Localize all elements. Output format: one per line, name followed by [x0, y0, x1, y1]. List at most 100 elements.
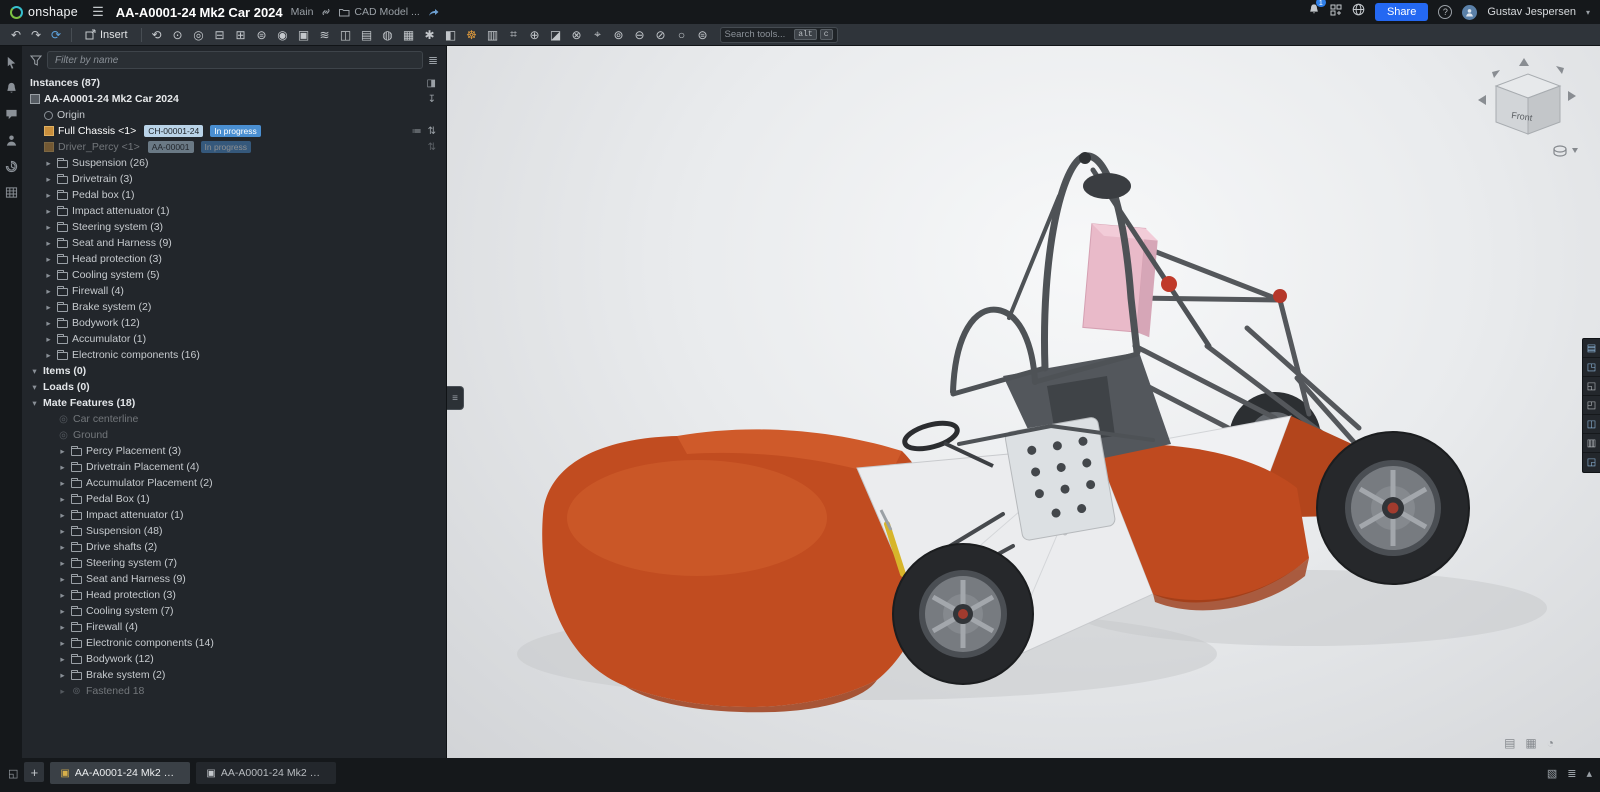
measure-icon[interactable]: ⌗	[504, 26, 524, 44]
linear-pattern-icon[interactable]: ▤	[357, 26, 377, 44]
chevron-right-icon[interactable]: ▸	[44, 302, 53, 313]
chevron-right-icon[interactable]: ▸	[58, 574, 67, 585]
chevron-right-icon[interactable]: ▸	[58, 494, 67, 505]
tree-item-folder[interactable]: ▸ Head protection (3)	[22, 251, 446, 267]
fastened-mate-row[interactable]: ▸ ⊚ Fastened 18	[22, 683, 446, 699]
mate-group-folder[interactable]: ▸ Drive shafts (2)	[22, 539, 446, 555]
named-positions-icon[interactable]: ⌖	[588, 26, 608, 44]
group-icon[interactable]: ▣	[294, 26, 314, 44]
add-tab-button[interactable]: +	[24, 762, 44, 782]
chevron-right-icon[interactable]: ▸	[58, 622, 67, 633]
view-cube-faces[interactable]	[1496, 74, 1560, 134]
car-centerline-row[interactable]: ◎ Car centerline	[22, 411, 446, 427]
view-cube-menu[interactable]	[1554, 146, 1578, 156]
isolate-panel-icon[interactable]: ▤	[1583, 339, 1600, 358]
chevron-right-icon[interactable]: ▸	[58, 478, 67, 489]
chevron-right-icon[interactable]: ▸	[58, 462, 67, 473]
tree-options-icon[interactable]: ≣	[428, 53, 438, 67]
mate-group-folder[interactable]: ▸ Cooling system (7)	[22, 603, 446, 619]
full-chassis-row[interactable]: Full Chassis <1> CH-00001-24 In progress…	[22, 123, 446, 139]
redo-icon[interactable]: ↷	[26, 26, 46, 44]
link-icon[interactable]	[321, 7, 331, 17]
tree-item-folder[interactable]: ▸ Steering system (3)	[22, 219, 446, 235]
user-menu-caret-icon[interactable]: ▾	[1586, 8, 1590, 17]
chevron-right-icon[interactable]: ▸	[58, 446, 67, 457]
tab-assembly[interactable]: ▣ AA-A0001-24 Mk2 Car ...	[50, 762, 190, 784]
ground-row[interactable]: ◎ Ground	[22, 427, 446, 443]
mate-group-folder[interactable]: ▸ Percy Placement (3)	[22, 443, 446, 459]
chevron-right-icon[interactable]: ▸	[58, 542, 67, 553]
tree-item-folder[interactable]: ▸ Pedal box (1)	[22, 187, 446, 203]
chevron-right-icon[interactable]: ▸	[44, 318, 53, 329]
loads-header-row[interactable]: ▾ Loads (0)	[22, 379, 446, 395]
circular-pattern-icon[interactable]: ◍	[378, 26, 398, 44]
workspace-label[interactable]: Main	[291, 6, 314, 18]
chevron-right-icon[interactable]: ▸	[44, 270, 53, 281]
fastened-mate-icon[interactable]: ⊙	[168, 26, 188, 44]
chevron-right-icon[interactable]: ▸	[58, 670, 67, 681]
tab-part-studio[interactable]: ▣ AA-A0001-24 Mk2 Car ...	[196, 762, 336, 784]
interference-icon[interactable]: ⊗	[567, 26, 587, 44]
app-store-icon[interactable]	[1330, 3, 1342, 21]
mate-group-folder[interactable]: ▸ Head protection (3)	[22, 587, 446, 603]
items-header-row[interactable]: ▾ Items (0)	[22, 363, 446, 379]
mate-group-folder[interactable]: ▸ Bodywork (12)	[22, 651, 446, 667]
folder-breadcrumb[interactable]: CAD Model ...	[339, 6, 419, 18]
tree-item-folder[interactable]: ▸ Electronic components (16)	[22, 347, 446, 363]
named-views-icon[interactable]: ◲	[1583, 453, 1600, 472]
chassis-list-icon[interactable]: ≔	[412, 126, 422, 137]
instances-header-row[interactable]: Instances (87) ◨	[22, 75, 446, 91]
undo-icon[interactable]: ↶	[6, 26, 26, 44]
comments-icon[interactable]	[4, 107, 18, 121]
grid-toggle-icon[interactable]: ▦	[1525, 736, 1536, 750]
chevron-down-icon[interactable]: ▾	[30, 382, 39, 393]
mate-group-folder[interactable]: ▸ Seat and Harness (9)	[22, 571, 446, 587]
bom-icon[interactable]: ▥	[483, 26, 503, 44]
appearance-icon[interactable]: ☸	[462, 26, 482, 44]
screw-relation-icon[interactable]: ⊜	[693, 26, 713, 44]
cylindrical-mate-icon[interactable]: ⊜	[252, 26, 272, 44]
parallel-relation-icon[interactable]: ⊖	[630, 26, 650, 44]
publication-icon[interactable]	[428, 7, 439, 17]
update-instances-icon[interactable]: ↧	[428, 94, 446, 105]
search-tools-input[interactable]	[725, 29, 792, 40]
chevron-right-icon[interactable]: ▸	[44, 350, 53, 361]
chevron-right-icon[interactable]: ▸	[44, 222, 53, 233]
history-icon[interactable]	[4, 159, 18, 173]
mate-group-folder[interactable]: ▸ Impact attenuator (1)	[22, 507, 446, 523]
share-button[interactable]: Share	[1375, 3, 1428, 21]
display-states-icon[interactable]: ◧	[441, 26, 461, 44]
chevron-right-icon[interactable]: ▸	[44, 158, 53, 169]
sync-status-icon[interactable]: ◔	[1547, 736, 1554, 750]
chevron-right-icon[interactable]: ▸	[58, 638, 67, 649]
tree-item-folder[interactable]: ▸ Cooling system (5)	[22, 267, 446, 283]
view-cube[interactable]: Front	[1476, 56, 1580, 160]
select-icon[interactable]	[4, 55, 18, 69]
chevron-right-icon[interactable]: ▸	[58, 590, 67, 601]
tree-item-folder[interactable]: ▸ Accumulator (1)	[22, 331, 446, 347]
chevron-right-icon[interactable]: ▸	[44, 238, 53, 249]
user-avatar[interactable]	[1462, 5, 1477, 20]
onshape-logo[interactable]: onshape	[10, 5, 78, 19]
appearance-panel-icon[interactable]: ◳	[1583, 358, 1600, 377]
sync-update-icon[interactable]: ⟳	[46, 26, 66, 44]
render-quality-icon[interactable]: ▤	[1504, 736, 1515, 750]
chevron-right-icon[interactable]: ▸	[58, 558, 67, 569]
help-button[interactable]: ?	[1438, 5, 1452, 19]
tree-item-folder[interactable]: ▸ Suspension (26)	[22, 155, 446, 171]
chevron-down-icon[interactable]: ▾	[30, 398, 39, 409]
mate-group-folder[interactable]: ▸ Firewall (4)	[22, 619, 446, 635]
notifications-button[interactable]: 1	[1308, 3, 1320, 21]
tab-search-icon[interactable]: ▧	[1547, 762, 1557, 784]
mass-properties-icon[interactable]: ⊕	[525, 26, 545, 44]
graphics-viewport[interactable]: ≡ Front	[447, 46, 1600, 758]
mate-group-folder[interactable]: ▸ Suspension (48)	[22, 523, 446, 539]
section-view-icon[interactable]: ◪	[546, 26, 566, 44]
tree-item-folder[interactable]: ▸ Firewall (4)	[22, 283, 446, 299]
tangent-relation-icon[interactable]: ⊘	[651, 26, 671, 44]
tree-item-folder[interactable]: ▸ Impact attenuator (1)	[22, 203, 446, 219]
tree-item-folder[interactable]: ▸ Seat and Harness (9)	[22, 235, 446, 251]
assembly-root-row[interactable]: AA-A0001-24 Mk2 Car 2024 ↧	[22, 91, 446, 107]
chevron-right-icon[interactable]: ▸	[58, 510, 67, 521]
driver-percy-row[interactable]: Driver_Percy <1> AA-00001 In progress ⇅	[22, 139, 446, 155]
